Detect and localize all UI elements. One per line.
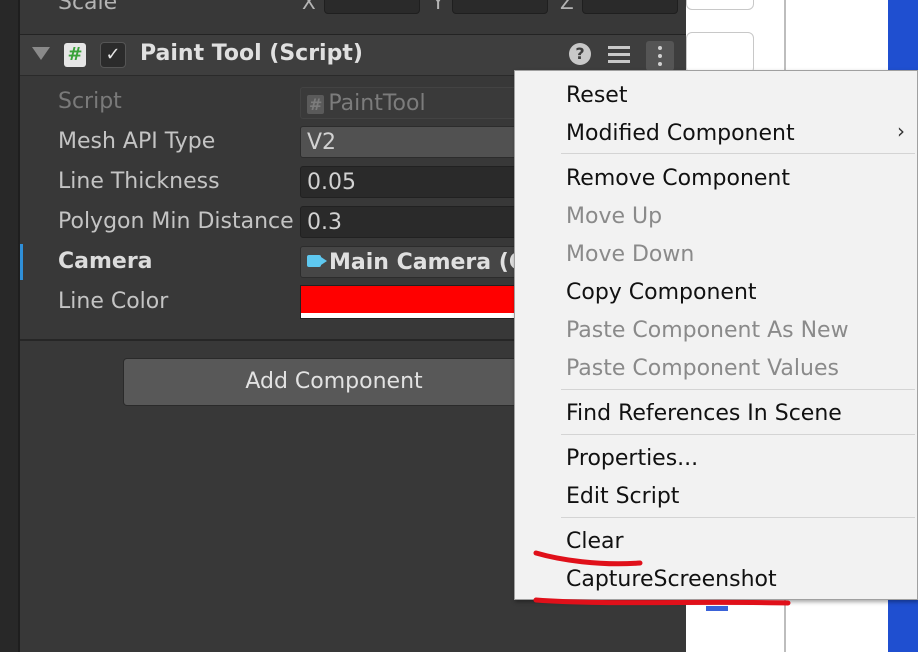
camera-label: Camera [58,249,153,274]
menu-item-paste-component-values: Paste Component Values [566,356,839,381]
scale-label: Scale [58,0,118,14]
menu-separator [561,517,915,518]
scene-ui-box [686,0,754,10]
scale-x-label: X [302,0,316,14]
help-icon[interactable]: ? [569,43,591,65]
left-panel-strip [0,0,20,652]
menu-item-reset[interactable]: Reset [566,83,627,108]
script-icon: # [64,43,86,67]
camera-object-field[interactable]: Main Camera (C [300,246,530,278]
scene-blue-bar [706,606,728,611]
menu-separator [561,153,915,154]
scale-y-label: Y [432,0,445,14]
mesh-api-dropdown[interactable]: V2 [300,126,530,158]
polygon-min-distance-field[interactable]: 0.3 [300,206,530,238]
submenu-chevron-icon: › [897,119,905,143]
scene-ui-box [686,32,754,74]
component-enabled-checkbox[interactable]: ✓ [100,42,126,68]
mesh-api-label: Mesh API Type [58,129,216,154]
scale-z-label: Z [560,0,574,14]
foldout-arrow-icon[interactable] [32,47,50,60]
menu-item-paste-component-as-new: Paste Component As New [566,318,849,343]
line-thickness-label: Line Thickness [58,169,220,194]
component-context-menu: Reset Modified Component › Remove Compon… [514,70,918,600]
menu-item-edit-script[interactable]: Edit Script [566,484,679,509]
scale-y-field[interactable] [452,0,548,14]
line-color-alpha-bar [301,313,529,318]
modified-property-marker [20,244,23,280]
mesh-api-value: V2 [307,130,337,155]
presets-icon[interactable] [608,44,630,64]
polygon-min-distance-value: 0.3 [307,210,342,235]
scale-row: Scale X Y Z [20,0,686,14]
menu-item-copy-component[interactable]: Copy Component [566,280,757,305]
scale-z-field[interactable] [582,0,678,14]
component-menu-kebab-icon[interactable] [646,41,674,71]
component-title: Paint Tool (Script) [140,41,363,66]
script-hash-icon: # [307,95,325,114]
script-field: # PaintTool [300,87,530,119]
camera-icon [307,255,321,267]
menu-item-remove-component[interactable]: Remove Component [566,166,790,191]
line-color-field[interactable] [300,285,530,319]
scale-x-field[interactable] [324,0,420,14]
script-field-value: PaintTool [328,91,426,116]
camera-value: Main Camera (C [329,250,525,275]
menu-item-properties[interactable]: Properties... [566,446,698,471]
menu-separator [561,389,915,390]
menu-separator [561,434,915,435]
menu-item-move-up: Move Up [566,204,663,229]
menu-item-find-references[interactable]: Find References In Scene [566,401,842,426]
add-component-button[interactable]: Add Component [123,358,545,406]
polygon-min-distance-label: Polygon Min Distance [58,209,294,234]
line-thickness-value: 0.05 [307,170,356,195]
line-color-label: Line Color [58,289,169,314]
menu-item-modified-component[interactable]: Modified Component [566,121,795,146]
menu-item-clear[interactable]: Clear [566,529,624,554]
line-thickness-field[interactable]: 0.05 [300,166,530,198]
menu-item-move-down: Move Down [566,242,695,267]
script-label: Script [58,89,122,114]
menu-item-capture-screenshot[interactable]: CaptureScreenshot [566,567,777,592]
